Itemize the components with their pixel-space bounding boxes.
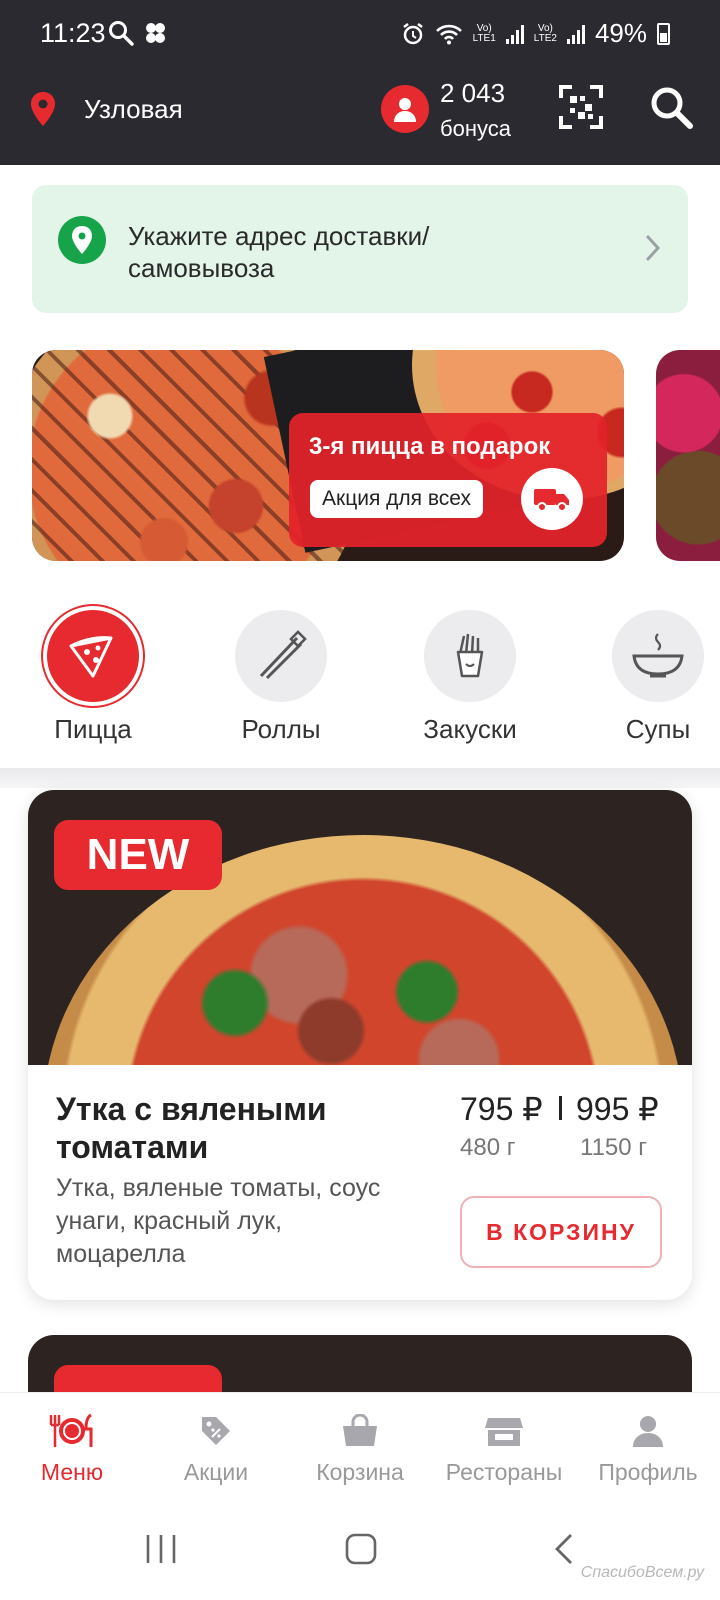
nav-label: Рестораны xyxy=(445,1459,563,1485)
truck-icon xyxy=(534,489,569,512)
category-label: Супы xyxy=(625,714,691,744)
chevron-right-icon xyxy=(646,235,661,261)
category-label: Пицца xyxy=(54,714,132,744)
price-large[interactable]: 995 ₽ xyxy=(576,1090,659,1128)
signal-sim2-icon xyxy=(566,24,585,44)
top-bar: 11:23 Vo) LTE1 Vo) LTE2 49% Узловая 2 043 … xyxy=(0,0,720,165)
address-prompt: Укажите адрес доставки/ самовывоза xyxy=(128,221,430,283)
home-icon[interactable] xyxy=(344,1532,378,1566)
promo-label: 3-я пицца в подарок Акция для всех xyxy=(289,413,607,547)
category-label: Закуски xyxy=(423,714,517,744)
promo-pill: Акция для всех xyxy=(310,480,484,518)
promo-banner[interactable]: 3-я пицца в подарок Акция для всех xyxy=(32,350,624,561)
category-bar: Пицца Роллы Закуски Супы xyxy=(0,600,720,770)
app-status-icon xyxy=(146,23,165,43)
category-soups[interactable]: Супы xyxy=(583,600,720,745)
status-time: 11:23 xyxy=(40,18,106,48)
nav-label: Профиль xyxy=(598,1459,698,1485)
battery-percent: 49% xyxy=(594,18,647,48)
watermark: СпасибоВсем.ру xyxy=(580,1564,704,1581)
system-navigation: СпасибоВсем.ру xyxy=(0,1502,720,1600)
wifi-icon xyxy=(435,24,462,44)
menu-plate-icon xyxy=(49,1413,93,1447)
nav-profile[interactable]: Профиль xyxy=(576,1411,720,1486)
category-label: Роллы xyxy=(241,714,321,744)
new-badge: NEW xyxy=(54,820,222,890)
volte-sim2: Vo) LTE2 xyxy=(533,22,557,44)
product-card[interactable]: NEW Утка с вялеными томатами Утка, вялен… xyxy=(28,790,692,1300)
search-icon[interactable] xyxy=(648,84,694,130)
price-divider xyxy=(559,1096,562,1120)
fries-icon xyxy=(456,633,484,678)
price-small[interactable]: 795 ₽ xyxy=(460,1090,543,1128)
bonus-label: бонуса xyxy=(440,116,511,141)
product-name: Утка с вялеными томатами xyxy=(56,1091,327,1165)
chopsticks-icon xyxy=(259,630,307,680)
bottom-navigation: Меню Акции Корзина Рестораны Профиль xyxy=(0,1392,720,1502)
address-pin xyxy=(58,216,106,264)
app-header: Узловая 2 043 бонуса xyxy=(0,68,720,165)
nav-label: Корзина xyxy=(316,1459,404,1485)
category-pizza[interactable]: Пицца xyxy=(18,600,168,745)
nav-promotions[interactable]: Акции xyxy=(144,1411,288,1486)
weight-small: 480 г xyxy=(460,1134,516,1161)
user-icon xyxy=(394,98,416,122)
location-pin-icon xyxy=(72,226,92,254)
profile-icon xyxy=(633,1416,663,1447)
soup-bowl-icon xyxy=(632,633,684,678)
category-rolls[interactable]: Роллы xyxy=(206,600,356,745)
nav-label: Акции xyxy=(183,1459,249,1485)
signal-sim1-icon xyxy=(505,24,524,44)
volte-sim1: Vo) LTE1 xyxy=(472,22,496,44)
recent-apps-icon[interactable] xyxy=(144,1532,178,1566)
status-bar: 11:23 Vo) LTE1 Vo) LTE2 49% xyxy=(0,0,720,68)
basket-icon xyxy=(343,1414,377,1446)
bonus-count[interactable]: 2 043 xyxy=(440,78,505,109)
city-selector[interactable]: Узловая xyxy=(84,94,183,125)
promo-title: 3-я пицца в подарок xyxy=(309,433,551,460)
nav-menu[interactable]: Меню xyxy=(0,1411,144,1486)
pizza-slice-icon xyxy=(69,636,113,678)
promo-banner-next[interactable] xyxy=(656,350,720,561)
search-status-icon xyxy=(109,21,134,46)
location-pin-icon[interactable] xyxy=(30,92,56,126)
battery-icon xyxy=(657,22,670,45)
nav-cart[interactable]: Корзина xyxy=(288,1411,432,1486)
add-to-cart-button[interactable]: В КОРЗИНУ xyxy=(460,1196,662,1268)
category-snacks[interactable]: Закуски xyxy=(395,600,545,745)
discount-tag-icon xyxy=(202,1417,230,1445)
product-photo: NEW xyxy=(28,790,692,1065)
nav-label: Меню xyxy=(40,1459,104,1485)
delivery-truck xyxy=(521,468,583,530)
qr-scan-icon[interactable] xyxy=(558,84,604,130)
delivery-address-banner[interactable]: Укажите адрес доставки/ самовывоза xyxy=(32,185,688,313)
weight-large: 1150 г xyxy=(580,1134,648,1161)
alarm-icon xyxy=(402,22,423,44)
back-icon[interactable] xyxy=(552,1532,576,1566)
product-description: Утка, вяленые томаты, соус унаги, красны… xyxy=(56,1174,381,1268)
user-avatar[interactable] xyxy=(381,85,429,133)
store-icon xyxy=(485,1418,523,1446)
nav-restaurants[interactable]: Рестораны xyxy=(432,1411,576,1486)
